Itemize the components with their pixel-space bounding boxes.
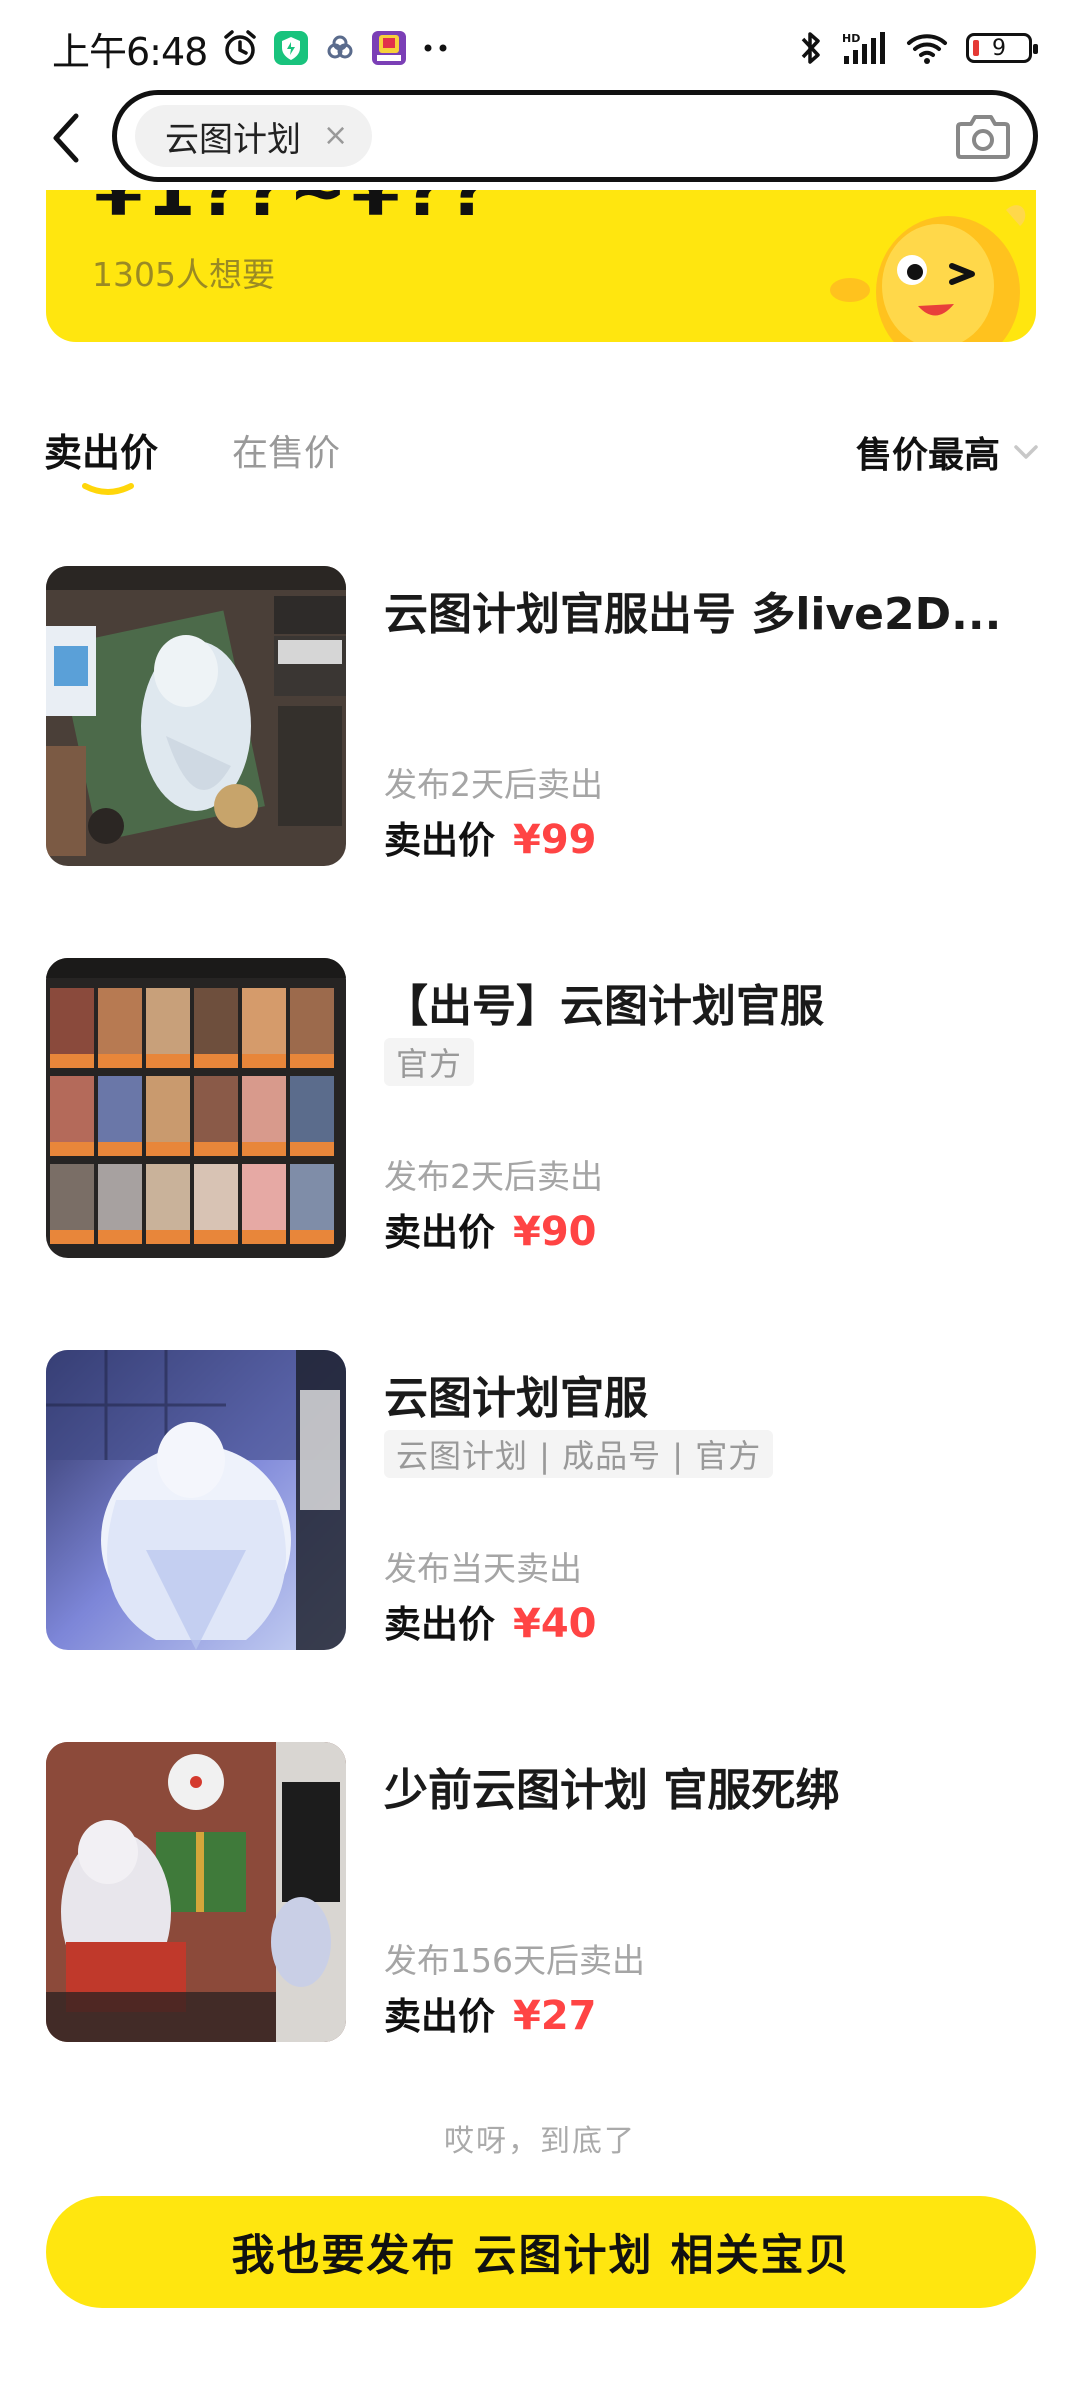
want-count: 1305人想要 bbox=[92, 255, 275, 294]
alarm-icon bbox=[221, 29, 259, 67]
search-query-text: 云图计划 bbox=[165, 119, 301, 160]
search-input[interactable]: 云图计划 × bbox=[112, 90, 1038, 182]
status-time: 上午6:48 bbox=[52, 29, 208, 74]
svg-text:HD: HD bbox=[842, 32, 860, 45]
item-price-row: 卖出价 ¥99 bbox=[384, 810, 597, 864]
wifi-icon bbox=[906, 31, 948, 65]
item-price-label: 卖出价 bbox=[384, 819, 495, 862]
bluetooth-icon bbox=[798, 29, 824, 67]
status-bar: 上午6:48 HD 9 bbox=[0, 0, 1080, 96]
status-right-icons: HD 9 bbox=[798, 29, 1038, 67]
item-thumbnail[interactable] bbox=[46, 958, 346, 1258]
price-summary-banner: ¥1??~¥?? 1305人想要 bbox=[46, 190, 1036, 342]
end-of-list-text: 哎呀，到底了 bbox=[444, 2124, 636, 2159]
item-price-label: 卖出价 bbox=[384, 1211, 495, 1254]
battery-level-text: 9 bbox=[992, 35, 1006, 61]
item-title[interactable]: 云图计划官服 bbox=[384, 1362, 1034, 1426]
item-title[interactable]: 少前云图计划 官服死绑 bbox=[384, 1754, 1034, 1818]
list-item[interactable]: 【出号】云图计划官服 官方 发布2天后卖出 卖出价 ¥90 bbox=[46, 958, 1036, 1260]
tab-on-sale-price[interactable]: 在售价 bbox=[232, 424, 340, 476]
result-tabs: 卖出价 在售价 售价最高 bbox=[44, 410, 1040, 495]
item-price: ¥27 bbox=[513, 1993, 597, 2039]
item-sold-time: 发布2天后卖出 bbox=[384, 1157, 603, 1196]
signal-icon: HD bbox=[842, 30, 888, 66]
search-header: 云图计划 × bbox=[0, 90, 1080, 186]
item-price-row: 卖出价 ¥40 bbox=[384, 1594, 597, 1648]
camera-icon bbox=[956, 115, 1010, 159]
back-button[interactable] bbox=[40, 112, 92, 164]
item-price-row: 卖出价 ¥27 bbox=[384, 1986, 597, 2040]
camera-search-button[interactable] bbox=[951, 104, 1015, 168]
sort-label: 售价最高 bbox=[855, 435, 1000, 476]
item-tags: 云图计划 | 成品号 | 官方 bbox=[384, 1430, 774, 1478]
item-price: ¥99 bbox=[513, 817, 597, 863]
cloud-app-icon bbox=[323, 31, 357, 65]
list-item[interactable]: 少前云图计划 官服死绑 发布156天后卖出 卖出价 ¥27 bbox=[46, 1742, 1036, 2044]
item-price: ¥40 bbox=[513, 1601, 597, 1647]
item-price-label: 卖出价 bbox=[384, 1603, 495, 1646]
publish-related-button[interactable]: 我也要发布 云图计划 相关宝贝 bbox=[46, 2196, 1036, 2308]
chevron-down-icon bbox=[1014, 445, 1038, 459]
search-query-chip[interactable]: 云图计划 × bbox=[135, 105, 373, 167]
item-price: ¥90 bbox=[513, 1209, 597, 1255]
tab-sold-price[interactable]: 卖出价 bbox=[44, 422, 158, 477]
item-title[interactable]: 云图计划官服出号 多live2D... bbox=[384, 578, 1034, 642]
status-left-icons bbox=[221, 29, 451, 67]
clear-query-icon[interactable]: × bbox=[323, 121, 348, 151]
item-thumbnail[interactable] bbox=[46, 1742, 346, 2042]
active-tab-indicator bbox=[82, 483, 134, 495]
list-item[interactable]: 云图计划官服出号 多live2D... 发布2天后卖出 卖出价 ¥99 bbox=[46, 566, 1036, 868]
item-thumbnail[interactable] bbox=[46, 1350, 346, 1650]
item-title[interactable]: 【出号】云图计划官服 bbox=[384, 970, 1034, 1034]
shield-app-icon bbox=[273, 30, 309, 66]
list-item[interactable]: 云图计划官服 云图计划 | 成品号 | 官方 发布当天卖出 卖出价 ¥40 bbox=[46, 1350, 1036, 1652]
item-thumbnail[interactable] bbox=[46, 566, 346, 866]
item-sold-time: 发布156天后卖出 bbox=[384, 1941, 645, 1980]
chevron-left-icon bbox=[53, 113, 79, 163]
item-tags: 官方 bbox=[384, 1038, 475, 1086]
game-app-icon bbox=[371, 30, 407, 66]
mascot-image bbox=[830, 205, 1026, 342]
price-range-partial: ¥1??~¥?? bbox=[94, 190, 494, 232]
item-sold-time: 发布当天卖出 bbox=[384, 1549, 582, 1588]
item-price-label: 卖出价 bbox=[384, 1995, 495, 2038]
item-price-row: 卖出价 ¥90 bbox=[384, 1202, 597, 1256]
battery-low-level bbox=[973, 40, 979, 56]
more-notifications-icon bbox=[421, 42, 451, 54]
sort-dropdown[interactable]: 售价最高 bbox=[856, 426, 1040, 478]
battery-icon: 9 bbox=[966, 33, 1038, 63]
item-sold-time: 发布2天后卖出 bbox=[384, 765, 603, 804]
